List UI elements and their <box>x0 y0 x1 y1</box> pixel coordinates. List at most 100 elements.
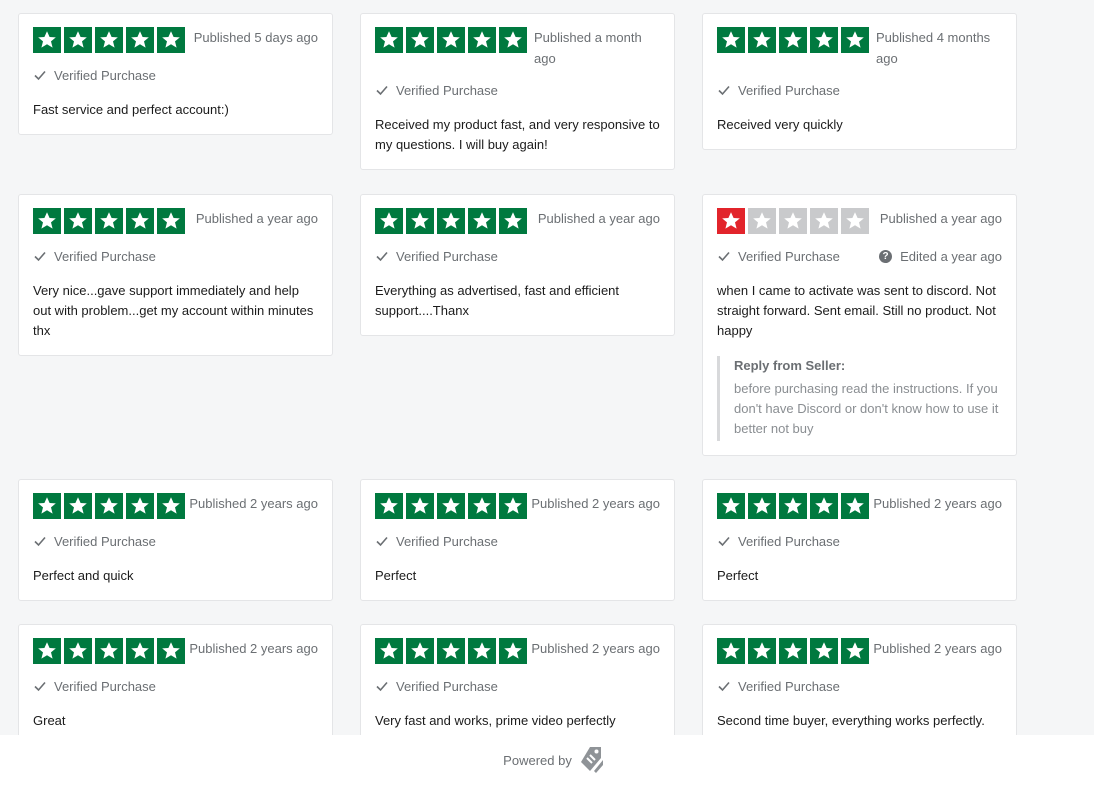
star-icon <box>375 638 403 664</box>
review-card: Published 2 years ago Verified Purchase … <box>18 624 333 735</box>
star-icon <box>157 638 185 664</box>
star-rating <box>375 208 527 234</box>
verified-label: Verified Purchase <box>54 248 156 264</box>
star-icon <box>468 27 496 53</box>
star-rating <box>33 493 185 519</box>
footer: Powered by <box>0 735 1094 785</box>
star-icon <box>499 493 527 519</box>
powered-by-label: Powered by <box>503 752 572 768</box>
star-icon <box>748 493 776 519</box>
review-card: Published a month ago Verified Purchase … <box>360 13 675 170</box>
review-text: Perfect and quick <box>33 568 134 583</box>
star-icon <box>810 493 838 519</box>
star-icon <box>717 638 745 664</box>
star-icon <box>748 27 776 53</box>
star-icon <box>375 208 403 234</box>
published-date: Published 2 years ago <box>189 641 318 656</box>
star-rating <box>33 208 185 234</box>
review-card: Published 2 years ago Verified Purchase … <box>360 479 675 601</box>
verified-badge: Verified Purchase <box>717 83 840 98</box>
review-text: Fast service and perfect account:) <box>33 102 229 117</box>
star-icon <box>64 638 92 664</box>
star-icon <box>779 638 807 664</box>
star-icon <box>437 208 465 234</box>
check-icon <box>34 70 46 81</box>
star-icon <box>468 493 496 519</box>
star-icon <box>406 27 434 53</box>
star-icon <box>499 27 527 53</box>
review-card: Published a year ago Verified Purchase E… <box>360 194 675 336</box>
star-icon <box>375 27 403 53</box>
star-icon <box>375 493 403 519</box>
star-icon <box>406 638 434 664</box>
verified-badge: Verified Purchase <box>33 534 156 549</box>
verified-label: Verified Purchase <box>738 248 840 264</box>
star-icon <box>841 208 869 234</box>
verified-badge: Verified Purchase <box>33 249 156 264</box>
review-card: Published 2 years ago Verified Purchase … <box>18 479 333 601</box>
star-icon <box>437 638 465 664</box>
star-rating <box>33 27 185 53</box>
verified-label: Verified Purchase <box>738 533 840 549</box>
star-icon <box>499 208 527 234</box>
verified-label: Verified Purchase <box>54 533 156 549</box>
star-icon <box>779 27 807 53</box>
verified-label: Verified Purchase <box>396 82 498 98</box>
published-date: Published 2 years ago <box>873 496 1002 511</box>
verified-badge: Verified Purchase <box>375 83 498 98</box>
review-text: Very nice...gave support immediately and… <box>33 283 314 338</box>
star-icon <box>64 493 92 519</box>
published-date: Published 5 days ago <box>193 30 318 45</box>
star-icon <box>95 27 123 53</box>
star-icon <box>779 208 807 234</box>
review-text: Very fast and works, prime video perfect… <box>375 713 616 728</box>
star-rating <box>375 638 527 664</box>
check-icon <box>34 251 46 262</box>
review-card: Published 2 years ago Verified Purchase … <box>702 624 1017 735</box>
star-rating <box>717 208 869 234</box>
published-date: Published 2 years ago <box>531 496 660 511</box>
star-icon <box>779 493 807 519</box>
check-icon <box>718 251 730 262</box>
verified-badge: Verified Purchase <box>33 679 156 694</box>
verified-label: Verified Purchase <box>54 678 156 694</box>
star-icon <box>157 208 185 234</box>
star-icon <box>810 638 838 664</box>
review-text: when I came to activate was sent to disc… <box>717 283 996 338</box>
star-icon <box>468 208 496 234</box>
star-rating <box>717 638 869 664</box>
verified-label: Verified Purchase <box>54 67 156 83</box>
verified-label: Verified Purchase <box>396 678 498 694</box>
star-icon <box>717 493 745 519</box>
star-icon <box>157 27 185 53</box>
star-icon <box>157 493 185 519</box>
check-icon <box>376 251 388 262</box>
star-icon <box>95 208 123 234</box>
star-icon <box>437 27 465 53</box>
check-icon <box>34 681 46 692</box>
review-text: Perfect <box>717 568 759 583</box>
star-icon <box>810 27 838 53</box>
star-icon <box>748 208 776 234</box>
verified-label: Verified Purchase <box>738 82 840 98</box>
verified-badge: Verified Purchase <box>375 249 498 264</box>
check-icon <box>376 536 388 547</box>
star-rating <box>375 27 527 53</box>
verified-label: Verified Purchase <box>396 248 498 264</box>
edited-label: Edited a year ago <box>900 248 1002 264</box>
star-icon <box>33 208 61 234</box>
review-card: Published 5 days ago Verified Purchase F… <box>18 13 333 135</box>
star-icon <box>717 27 745 53</box>
price-tag-icon <box>580 747 603 773</box>
review-text: Everything as advertised, fast and effic… <box>375 283 620 318</box>
check-icon <box>376 85 388 96</box>
star-icon <box>126 208 154 234</box>
verified-badge: Verified Purchase <box>375 679 498 694</box>
powered-by[interactable]: Powered by <box>503 745 605 775</box>
star-icon <box>748 638 776 664</box>
review-text: Second time buyer, everything works perf… <box>717 713 985 728</box>
verified-label: Verified Purchase <box>738 678 840 694</box>
verified-badge: Verified Purchase <box>717 249 840 264</box>
verified-badge: Verified Purchase <box>375 534 498 549</box>
seller-reply-title: Reply from Seller: <box>734 358 846 373</box>
